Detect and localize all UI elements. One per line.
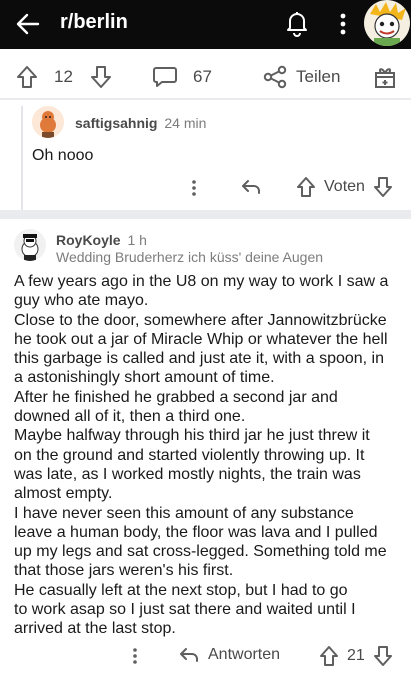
divider: [0, 98, 411, 100]
comment-meta: saftigsahnig 24 min: [75, 115, 206, 131]
downvote-arrow-icon[interactable]: [373, 645, 393, 667]
downvote-arrow-icon: [91, 66, 111, 88]
vote-control: 21: [319, 645, 393, 667]
comment-body-line: to work asap so I just sat there and wai…: [14, 601, 356, 619]
comment-body-line: Maybe halfway through his third jar he j…: [14, 427, 370, 445]
more-options-icon[interactable]: [187, 178, 201, 198]
comment-body-line: on the ground and started violently thro…: [14, 446, 365, 464]
comment-body-line: downed all of it, then a third one.: [14, 408, 246, 426]
user-flair: Wedding Bruderherz ich küss' deine Augen: [56, 249, 324, 265]
comment-body: Oh nooo: [32, 147, 94, 164]
comment-body-line: guy who ate mayo.: [14, 292, 149, 310]
downvote-button[interactable]: [90, 63, 112, 91]
thread-line: [21, 106, 23, 210]
more-options-icon[interactable]: [336, 10, 350, 38]
comment-author[interactable]: RoyKoyle: [56, 232, 121, 248]
snoo-avatar-icon: [40, 111, 56, 138]
comment-meta: RoyKoyle 1 h: [56, 232, 147, 248]
comment-age: 24 min: [164, 115, 207, 131]
upvote-button[interactable]: [16, 63, 38, 91]
vote-label: Voten: [324, 178, 365, 195]
subreddit-title[interactable]: r/berlin: [60, 11, 128, 34]
share-label: Teilen: [296, 67, 341, 86]
comment-body-line: this garbage is called and just ate it, …: [14, 350, 384, 368]
reply-label: Antworten: [208, 646, 281, 663]
award-button[interactable]: [373, 63, 397, 91]
upvote-arrow-icon[interactable]: [296, 176, 316, 198]
reply-arrow-icon[interactable]: [240, 177, 262, 197]
top-app-bar: r/berlin: [0, 0, 411, 49]
share-icon: [263, 65, 287, 89]
comment-body-line: a astonishingly short amount of time.: [14, 369, 275, 387]
snoo-avatar-icon: [21, 234, 39, 261]
comment-separator: [0, 210, 411, 219]
comment-body-line: was late, as I worked mostly nights, the…: [14, 465, 361, 483]
comment-body-line: A few years ago in the U8 on my way to w…: [14, 273, 389, 290]
comment-age: 1 h: [127, 232, 147, 248]
comment-body-line: arrived at the last stop.: [14, 620, 176, 638]
vote-control: Voten: [296, 176, 393, 198]
comment-body-line: After he finished he grabbed a second ja…: [14, 388, 338, 406]
notification-bell-icon[interactable]: [284, 9, 310, 37]
comment-body-line: He casually left at the next stop, but I…: [14, 581, 348, 599]
reply-button[interactable]: Antworten: [178, 645, 280, 665]
comment-author[interactable]: saftigsahnig: [75, 115, 157, 131]
back-arrow-icon[interactable]: [14, 10, 42, 38]
comments-button[interactable]: [152, 63, 178, 91]
comment-body-line: Close to the door, somewhere after Janno…: [14, 311, 387, 329]
comment-body-line: almost empty.: [14, 485, 113, 503]
upvote-arrow-icon[interactable]: [319, 645, 339, 667]
more-options-icon[interactable]: [128, 646, 142, 666]
comment-bubble-icon: [153, 67, 177, 87]
comment-body-line: that those jars weren's his first.: [14, 562, 234, 580]
reply-arrow-icon: [180, 648, 198, 662]
user-avatar[interactable]: [364, 0, 410, 46]
post-action-bar: 12 67 Teilen: [0, 49, 411, 105]
downvote-arrow-icon[interactable]: [373, 176, 393, 198]
comment-body: A few years ago in the U8 on my way to w…: [14, 272, 406, 639]
gift-award-icon: [375, 68, 395, 88]
share-button[interactable]: Teilen: [262, 63, 340, 91]
comment-body-line: I have never seen this amount of any sub…: [14, 504, 354, 522]
upvote-arrow-icon: [17, 66, 37, 88]
avatar[interactable]: [32, 106, 64, 138]
comment-score: 21: [347, 647, 365, 664]
avatar[interactable]: [14, 229, 46, 261]
comment-body-line: leave a human body, the floor was lava a…: [14, 523, 378, 541]
post-score: 12: [54, 67, 73, 86]
comment-body-line: he took out a jar of Miracle Whip or wha…: [14, 330, 388, 348]
comment-body-line: up my legs and sat cross-legged. Somethi…: [14, 543, 387, 561]
comments-count: 67: [193, 67, 212, 86]
